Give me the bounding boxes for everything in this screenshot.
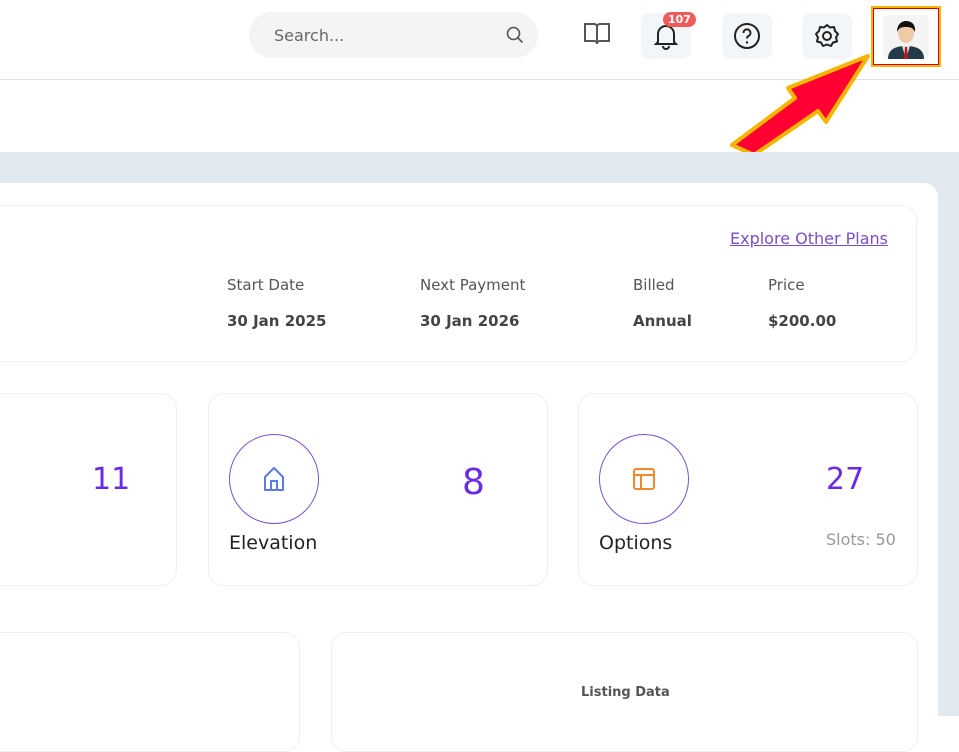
next-payment-label: Next Payment: [420, 276, 526, 294]
gear-icon: [815, 24, 839, 47]
avatar: [883, 14, 929, 59]
help-icon: [734, 23, 760, 49]
billed-value: Annual: [633, 312, 692, 330]
options-value: 27: [826, 462, 865, 497]
elevation-label: Elevation: [229, 532, 318, 554]
options-slots: Slots: 50: [826, 530, 896, 549]
stat-card: [0, 393, 177, 586]
chart-card-left: [0, 632, 300, 752]
layout-icon: [633, 468, 655, 490]
options-icon-circle: [599, 434, 689, 524]
listing-data-title: Listing Data: [581, 685, 670, 700]
search-icon[interactable]: [506, 26, 524, 44]
price-label: Price: [768, 276, 805, 294]
home-icon: [264, 467, 284, 491]
options-label: Options: [599, 532, 673, 554]
elevation-value: 8: [462, 462, 485, 503]
book-icon[interactable]: [582, 20, 612, 48]
start-date-value: 30 Jan 2025: [227, 312, 327, 330]
stat-value: 11: [92, 462, 131, 497]
user-avatar-button[interactable]: [871, 6, 941, 67]
next-payment-value: 30 Jan 2026: [420, 312, 520, 330]
explore-plans-link[interactable]: Explore Other Plans: [730, 229, 888, 248]
price-value: $200.00: [768, 312, 837, 330]
billed-label: Billed: [633, 276, 675, 294]
notification-badge: 107: [663, 12, 696, 27]
elevation-icon-circle: [229, 434, 319, 524]
start-date-label: Start Date: [227, 276, 305, 294]
search-input[interactable]: [249, 12, 538, 58]
annotation-arrow: [730, 54, 870, 157]
